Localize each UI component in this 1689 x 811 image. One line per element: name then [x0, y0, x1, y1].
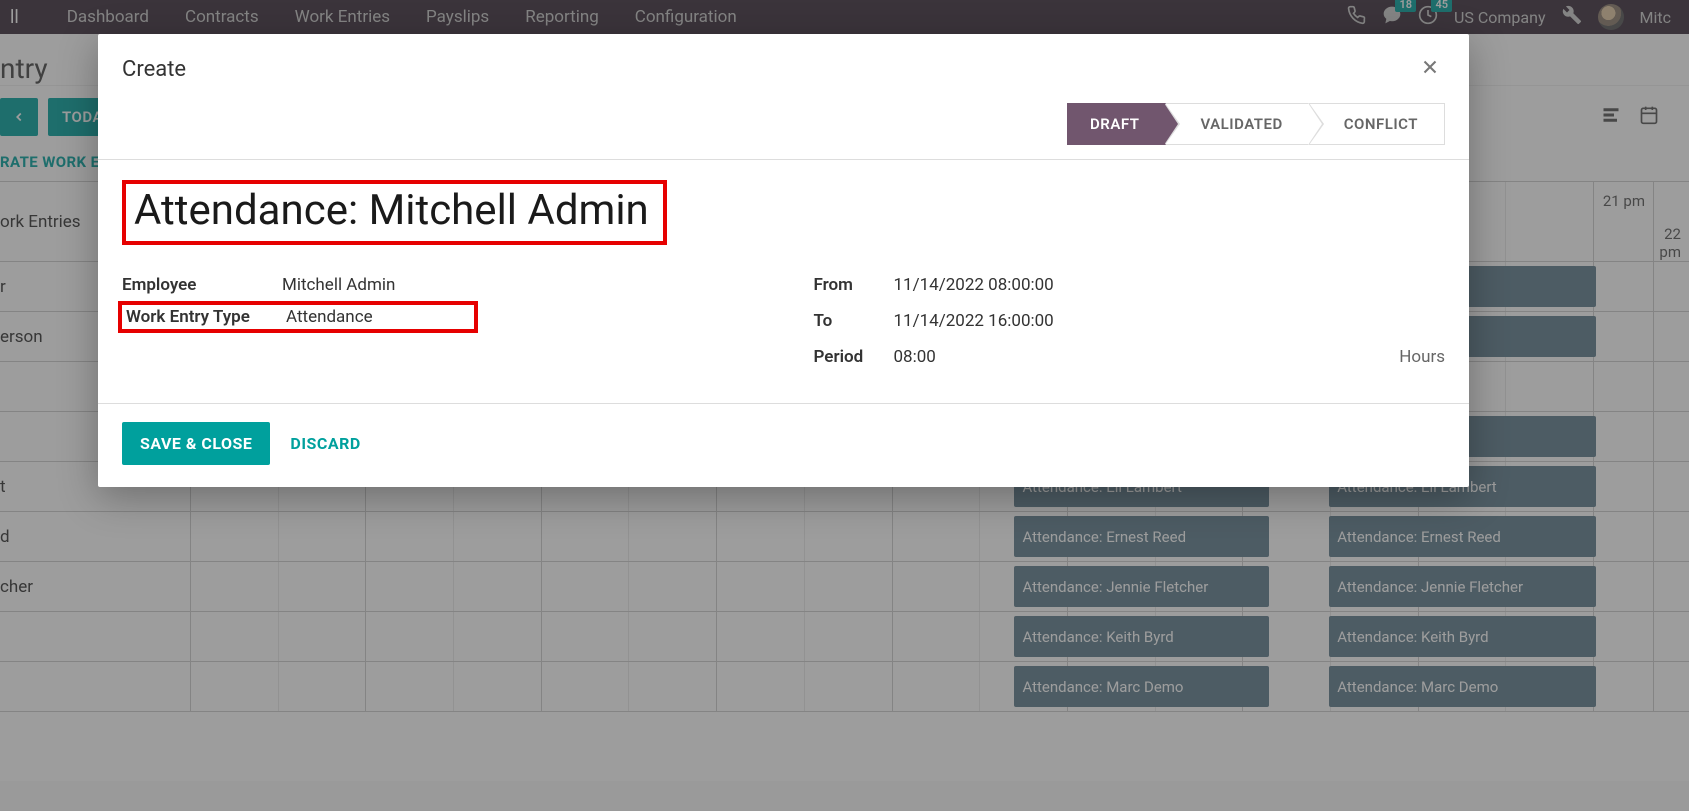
work-entry-type-field[interactable]: Attendance	[286, 307, 470, 327]
from-label: From	[814, 275, 894, 295]
record-title[interactable]: Attendance: Mitchell Admin	[134, 186, 649, 235]
status-draft[interactable]: DRAFT	[1067, 103, 1166, 145]
employee-field[interactable]: Mitchell Admin	[282, 275, 754, 295]
to-label: To	[814, 311, 894, 331]
period-label: Period	[814, 347, 894, 367]
to-field[interactable]: 11/14/2022 16:00:00	[894, 311, 1446, 331]
from-field[interactable]: 11/14/2022 08:00:00	[894, 275, 1446, 295]
record-title-highlight: Attendance: Mitchell Admin	[122, 180, 667, 245]
status-validated[interactable]: VALIDATED	[1166, 103, 1309, 145]
create-work-entry-modal: Create DRAFT VALIDATED CONFLICT Attendan…	[98, 34, 1469, 487]
status-conflict[interactable]: CONFLICT	[1310, 103, 1445, 145]
save-close-button[interactable]: SAVE & CLOSE	[122, 422, 270, 465]
employee-label: Employee	[122, 275, 282, 295]
close-button[interactable]	[1415, 52, 1445, 87]
period-unit: Hours	[1399, 347, 1445, 367]
discard-button[interactable]: DISCARD	[290, 434, 360, 453]
work-entry-type-highlight: Work Entry Type Attendance	[118, 301, 478, 333]
work-entry-type-label: Work Entry Type	[126, 307, 286, 327]
modal-title: Create	[122, 57, 1415, 82]
status-bar: DRAFT VALIDATED CONFLICT	[1067, 103, 1445, 145]
period-field[interactable]: 08:00	[894, 347, 1400, 367]
